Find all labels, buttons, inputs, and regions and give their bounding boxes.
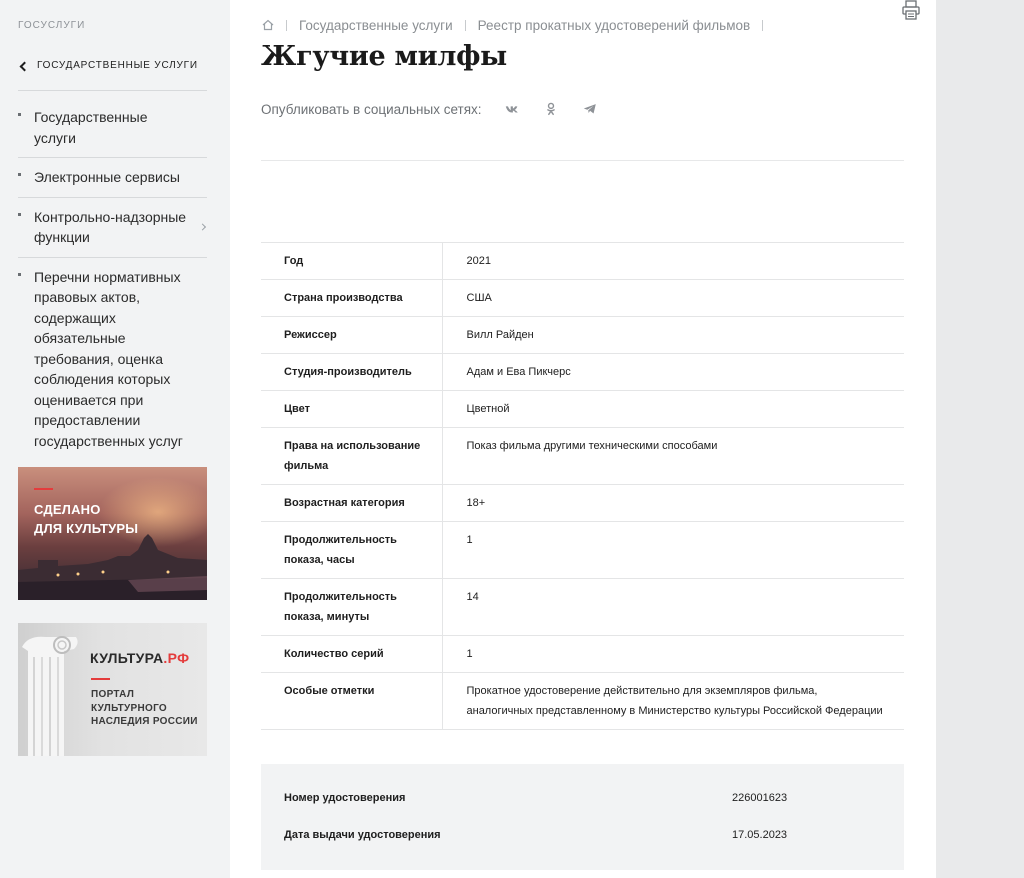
banner-portal-subtitle: ПОРТАЛ КУЛЬТУРНОГО НАСЛЕДИЯ РОССИИ	[91, 688, 198, 729]
sidebar-item-e-services[interactable]: Электронные сервисы	[18, 158, 207, 198]
sidebar-item-gov-services[interactable]: Государственные услуги	[18, 98, 207, 158]
bullet-icon	[18, 113, 21, 116]
banner-accent-bar	[91, 678, 110, 680]
certificate-number-row: Номер удостоверения 226001623	[284, 788, 884, 808]
page-gutter	[936, 0, 1024, 878]
breadcrumb-separator	[762, 19, 764, 31]
banner-culture-line2: ДЛЯ КУЛЬТУРЫ	[34, 521, 139, 536]
certificate-number-value: 226001623	[732, 792, 788, 804]
sidebar-item-legal-acts[interactable]: Перечни нормативных правовых актов, соде…	[18, 258, 207, 461]
details-key: Продолжительность показа, минуты	[261, 578, 443, 636]
details-row: Год 2021	[261, 242, 904, 280]
brand-name: КУЛЬТУРА	[90, 650, 164, 666]
banner-made-for-culture[interactable]: СДЕЛАНО ДЛЯ КУЛЬТУРЫ	[18, 467, 207, 600]
banner-culture-text: СДЕЛАНО ДЛЯ КУЛЬТУРЫ	[34, 500, 138, 538]
details-row: Цвет Цветной	[261, 390, 904, 428]
details-key: Цвет	[261, 390, 443, 428]
details-value: Адам и Ева Пикчерс	[466, 366, 571, 378]
details-key: Страна производства	[261, 279, 443, 317]
details-value: 2021	[466, 255, 491, 267]
details-value: 1	[466, 534, 473, 546]
details-value: Показ фильма другими техническими способ…	[466, 440, 718, 452]
details-row: Продолжительность показа, минуты 14	[261, 578, 904, 636]
banner-kultura-rf[interactable]: КУЛЬТУРА.РФ ПОРТАЛ КУЛЬТУРНОГО НАСЛЕДИЯ …	[18, 623, 207, 756]
sidebar-item-label: Электронные сервисы	[34, 169, 180, 185]
details-key: Особые отметки	[261, 672, 443, 730]
breadcrumb-separator	[286, 19, 287, 31]
film-details-table: Год 2021 Страна производства США Режиссер Вил…	[261, 242, 904, 730]
banner-accent-bar	[34, 488, 53, 490]
details-key: Количество серий	[261, 635, 443, 673]
banner-portal-line1: ПОРТАЛ	[91, 689, 135, 700]
details-row: Права на использование фильма Показ фильм…	[261, 427, 904, 485]
details-row: Продолжительность показа, часы 1	[261, 521, 904, 579]
certificate-box: Номер удостоверения 226001623 Дата выдач…	[261, 764, 904, 870]
chevron-right-icon	[198, 223, 207, 231]
sidebar-nav: Государственные услуги Электронные серви…	[18, 98, 207, 460]
details-row: Особые отметки Прокатное удостоверение де…	[261, 672, 904, 730]
breadcrumb: Государственные услуги Реестр прокатных …	[262, 16, 775, 34]
page-title: Жгучие милфы	[261, 41, 507, 72]
banner-brand: КУЛЬТУРА.РФ	[90, 650, 189, 666]
certificate-date-label: Дата выдачи удостоверения	[284, 829, 441, 841]
sidebar-item-label: Контрольно-надзорные функции	[34, 208, 187, 246]
details-value: 14	[466, 591, 479, 603]
divider	[261, 160, 904, 161]
details-row: Студия-производитель Адам и Ева Пикчерс	[261, 353, 904, 391]
telegram-icon[interactable]	[581, 100, 599, 118]
breadcrumb-film-registry[interactable]: Реестр прокатных удостоверений фильмов	[478, 18, 751, 33]
sidebar-item-label: Государственные услуги	[34, 109, 148, 146]
details-row: Возрастная категория 18+	[261, 484, 904, 522]
sidebar-back-label: ГОСУДАРСТВЕННЫЕ УСЛУГИ	[37, 60, 198, 71]
bullet-icon	[18, 272, 21, 276]
details-value: 1	[466, 648, 473, 660]
details-key: Год	[261, 242, 443, 280]
banner-culture-line1: СДЕЛАНО	[34, 502, 101, 517]
site-label: ГОСУСЛУГИ	[18, 20, 86, 31]
details-value: 18+	[466, 497, 486, 509]
details-value: Вилл Райден	[466, 329, 534, 341]
details-value: США	[466, 292, 492, 304]
home-icon[interactable]	[262, 19, 274, 31]
details-key: Режиссер	[261, 316, 443, 354]
bullet-icon	[18, 173, 21, 176]
brand-suffix: .РФ	[163, 650, 190, 666]
bullet-icon	[18, 212, 21, 216]
details-row: Количество серий 1	[261, 635, 904, 673]
banner-portal-line2: КУЛЬТУРНОГО	[91, 702, 168, 714]
odnoklassniki-icon[interactable]	[542, 100, 560, 118]
column-image	[22, 636, 78, 756]
film-details-body: Год 2021 Страна производства США Режиссер Вил…	[261, 242, 904, 730]
certificate-date-row: Дата выдачи удостоверения 17.05.2023	[284, 825, 884, 845]
city-skyline-image	[18, 534, 207, 600]
details-key: Продолжительность показа, часы	[261, 521, 443, 579]
vk-icon[interactable]	[503, 100, 521, 118]
certificate-date-value: 17.05.2023	[732, 829, 788, 841]
certificate-number-label: Номер удостоверения	[284, 792, 406, 804]
printer-icon[interactable]	[902, 0, 920, 20]
sidebar-back-link[interactable]: ГОСУДАРСТВЕННЫЕ УСЛУГИ	[18, 60, 207, 91]
details-row: Страна производства США	[261, 279, 904, 317]
details-row: Режиссер Вилл Райден	[261, 316, 904, 354]
chevron-left-icon	[19, 61, 30, 72]
share-row: Опубликовать в социальных сетях:	[261, 98, 599, 120]
sidebar: ГОСУСЛУГИ ГОСУДАРСТВЕННЫЕ УСЛУГИ Государ…	[0, 0, 230, 878]
details-key: Права на использование фильма	[261, 427, 443, 485]
details-value: Прокатное удостоверение действительно дл…	[466, 685, 883, 717]
details-value: Цветной	[466, 403, 510, 415]
share-label: Опубликовать в социальных сетях:	[261, 101, 482, 117]
breadcrumb-separator	[464, 19, 466, 31]
details-key: Возрастная категория	[261, 484, 443, 522]
main-content: Государственные услуги Реестр прокатных …	[230, 0, 936, 878]
breadcrumb-gov-services[interactable]: Государственные услуги	[299, 18, 453, 33]
banner-portal-line3: НАСЛЕДИЯ РОССИИ	[91, 716, 198, 727]
details-key: Студия-производитель	[261, 353, 443, 391]
sidebar-item-label: Перечни нормативных правовых актов, соде…	[34, 268, 183, 449]
sidebar-item-control-functions[interactable]: Контрольно-надзорные функции	[18, 198, 207, 258]
